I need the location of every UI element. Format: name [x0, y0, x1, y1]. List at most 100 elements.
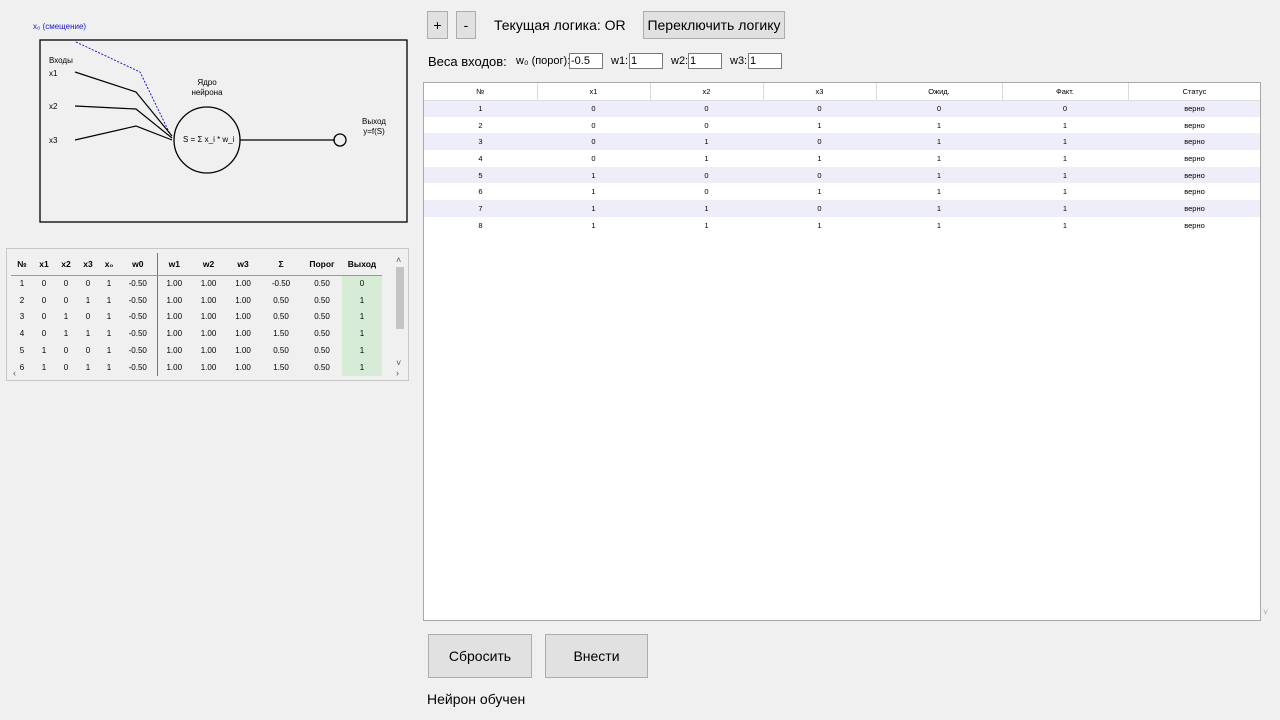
truth-cell: 3 [424, 133, 537, 151]
truth-header-actual[interactable]: Факт. [1002, 83, 1129, 101]
calc-cell: 1.00 [235, 346, 251, 356]
calc-header-w2: w2 [191, 253, 226, 276]
truth-cell: 1 [537, 166, 650, 184]
truth-cell: 4 [478, 153, 483, 163]
neuron-diagram: x₀ (смещение) Входы x1 x2 x3 Ядро нейрон… [0, 0, 420, 232]
calc-scroll-thumb[interactable] [396, 267, 404, 329]
calc-cell: -0.50 [128, 329, 147, 339]
calc-cell: 1 [106, 295, 112, 305]
truth-table-body: 1 0 0 0 0 0 верно 2 0 0 1 1 1 верно 3 0 1 0 1 1 верно 4 0 1 1 1 1 в… [424, 100, 1260, 234]
calc-header-row: № x1 x2 x3 x₀ w0 w1 w2 w3 Σ Порог Выход [11, 253, 382, 276]
calc-header-sum: Σ [260, 253, 302, 276]
truth-vertical-scrollbar[interactable]: ˅ [1263, 82, 1273, 622]
truth-table-row[interactable]: 1 0 0 0 0 0 верно [424, 100, 1260, 117]
reset-button[interactable]: Сбросить [428, 634, 532, 678]
truth-header-status[interactable]: Статус [1128, 83, 1260, 101]
input-x2-label: x2 [49, 102, 58, 111]
scroll-down-arrow-icon[interactable]: ˅ [396, 359, 401, 368]
truth-cell: 0 [537, 133, 650, 151]
truth-table-row[interactable]: 4 0 1 1 1 1 верно [424, 150, 1260, 167]
truth-cell: 1 [1062, 153, 1068, 163]
w2-input[interactable]: 1 [688, 53, 722, 69]
truth-table-row[interactable]: 6 1 0 1 1 1 верно [424, 183, 1260, 200]
calc-cell: 1.00 [156, 275, 191, 292]
calc-cell: -0.50 [128, 279, 147, 289]
switch-logic-button[interactable]: Переключить логику [643, 11, 785, 39]
weights-title: Веса входов: [428, 54, 507, 69]
truth-cell: 0 [1002, 100, 1128, 117]
truth-cell: 0 [763, 200, 876, 217]
truth-status-cell: верно [1184, 153, 1205, 163]
truth-scroll-down-arrow-icon[interactable]: ˅ [1263, 608, 1268, 617]
calc-cell: 1.00 [156, 325, 191, 343]
truth-cell: 1 [817, 187, 822, 197]
w1-input[interactable]: 1 [629, 53, 663, 69]
scroll-up-arrow-icon[interactable]: ˄ [396, 256, 401, 265]
calc-cell: 1.00 [156, 291, 191, 309]
calc-header-w3: w3 [226, 253, 260, 276]
truth-table-row[interactable]: 2 0 0 1 1 1 верно [424, 117, 1260, 134]
output-node-circle [333, 133, 347, 147]
truth-cell: 1 [704, 220, 709, 230]
calc-table-row[interactable]: 2 0 0 1 1 -0.50 1.00 1.00 1.00 0.50 0.50 1 [11, 291, 382, 309]
truth-header-x2[interactable]: x2 [650, 83, 764, 101]
calc-cell: 0 [41, 329, 47, 339]
truth-cell: 1 [1002, 166, 1128, 184]
w2-label: w2: [671, 55, 689, 67]
calc-cell: 1.50 [273, 329, 289, 339]
calc-cell: 1.00 [200, 312, 217, 322]
calc-cell: 1 [19, 279, 25, 289]
output-label-line1: Выход [362, 117, 386, 126]
calc-cell: 0 [85, 279, 91, 289]
calc-cell: 1 [106, 346, 112, 356]
w3-input[interactable]: 1 [748, 53, 782, 69]
calc-table-row[interactable]: 3 0 1 0 1 -0.50 1.00 1.00 1.00 0.50 0.50 1 [11, 308, 382, 326]
remove-button[interactable]: - [456, 11, 476, 39]
truth-table-row[interactable]: 5 1 0 0 1 1 верно [424, 166, 1260, 184]
calc-cell: 1.00 [235, 329, 251, 339]
calc-horizontal-scrollbar[interactable]: ‹ › [7, 369, 408, 380]
calc-vertical-scrollbar[interactable]: ˄ ˅ [394, 256, 405, 371]
truth-cell: 1 [876, 200, 1002, 217]
truth-table-row[interactable]: 8 1 1 1 1 1 верно [424, 217, 1260, 234]
truth-header-num[interactable]: № [424, 83, 538, 101]
calc-cell: 0 [41, 312, 47, 322]
calc-table-row[interactable]: 5 1 0 0 1 -0.50 1.00 1.00 1.00 0.50 0.50 1 [11, 342, 382, 359]
calc-cell: 0.50 [314, 295, 330, 305]
truth-cell: 1 [424, 100, 537, 117]
sum-formula: S = Σ x_i * w_i [183, 135, 235, 144]
truth-cell: 0 [591, 120, 596, 130]
calc-header-output: Выход [342, 253, 382, 276]
truth-cell: 0 [763, 100, 876, 117]
truth-cell: 1 [936, 153, 942, 163]
scroll-right-arrow-icon[interactable]: › [396, 369, 399, 378]
truth-status-cell: верно [1128, 133, 1260, 151]
apply-button[interactable]: Внести [545, 634, 648, 678]
calc-cell: 0 [63, 279, 69, 289]
truth-table-panel[interactable]: № x1 x2 x3 Ожид. Факт. Статус 1 0 0 0 0 0 верн… [423, 82, 1261, 621]
truth-cell: 0 [537, 100, 650, 117]
truth-table-row[interactable]: 3 0 1 0 1 1 верно [424, 133, 1260, 151]
calc-table-row[interactable]: 4 0 1 1 1 -0.50 1.00 1.00 1.00 1.50 0.50 1 [11, 325, 382, 343]
core-label-line1: Ядро [197, 78, 217, 87]
scroll-left-arrow-icon[interactable]: ‹ [13, 369, 16, 378]
calculation-table-panel[interactable]: № x1 x2 x3 x₀ w0 w1 w2 w3 Σ Порог Выход … [6, 248, 409, 381]
calc-cell: 1 [106, 279, 112, 289]
truth-cell: 0 [591, 153, 596, 163]
calc-table-row[interactable]: 1 0 0 0 1 -0.50 1.00 1.00 1.00 -0.50 0.50 0 [11, 275, 382, 292]
truth-header-x3[interactable]: x3 [763, 83, 877, 101]
truth-cell: 0 [763, 166, 876, 184]
add-button[interactable]: + [427, 11, 448, 39]
truth-table-row[interactable]: 7 1 1 0 1 1 верно [424, 200, 1260, 217]
truth-cell: 1 [817, 120, 822, 130]
calc-cell: 4 [19, 329, 25, 339]
truth-header-expected[interactable]: Ожид. [876, 83, 1003, 101]
w0-input[interactable]: -0.5 [569, 53, 603, 69]
truth-cell: 1 [1002, 133, 1128, 151]
calc-header-w0: w0 [119, 253, 157, 276]
calc-cell: 0.50 [273, 312, 289, 322]
truth-status-cell: верно [1184, 220, 1205, 230]
truth-header-x1[interactable]: x1 [537, 83, 651, 101]
truth-cell: 1 [936, 187, 942, 197]
truth-status-cell: верно [1128, 100, 1260, 117]
